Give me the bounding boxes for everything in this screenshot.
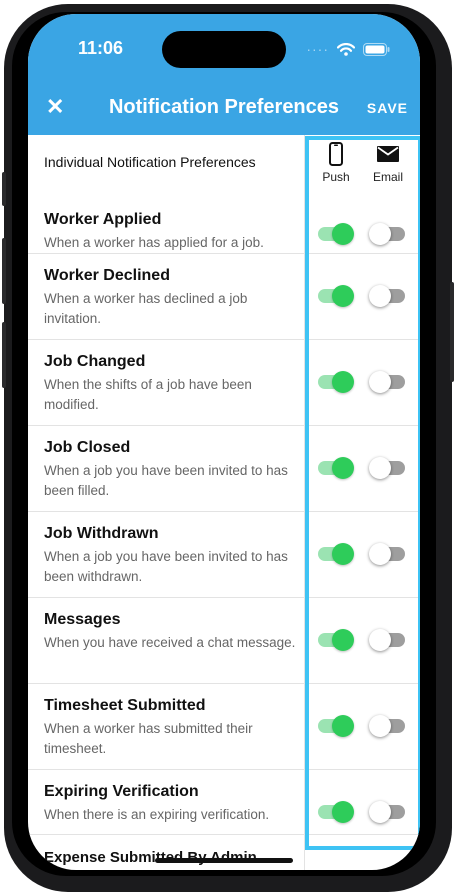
page-title: Notification Preferences <box>108 96 340 118</box>
device-mockup: 11:06 ···· ✕ Notification Preferences SA… <box>0 0 456 896</box>
email-column-label: Email <box>372 170 403 184</box>
section-label: Individual Notification Preferences <box>44 154 256 170</box>
dynamic-island <box>162 31 286 68</box>
phone-screen: 11:06 ···· ✕ Notification Preferences SA… <box>28 14 420 870</box>
toggle-knob <box>369 457 391 479</box>
item-description: When the shifts of a job have been modif… <box>44 377 252 412</box>
home-indicator <box>155 858 293 863</box>
toggle-knob <box>332 629 354 651</box>
item-description: When a worker has applied for a job. <box>44 235 264 250</box>
push-toggle[interactable] <box>318 543 354 565</box>
signal-icon: ···· <box>306 41 329 57</box>
battery-icon <box>363 42 390 56</box>
toggle-knob <box>369 371 391 393</box>
email-toggle[interactable] <box>369 371 405 393</box>
item-title: Messages <box>44 611 121 628</box>
item-title: Job Withdrawn <box>44 525 159 542</box>
list-item: Job Changed When the shifts of a job hav… <box>28 340 420 426</box>
list-item: Messages When you have received a chat m… <box>28 598 420 684</box>
list-item: Job Closed When a job you have been invi… <box>28 426 420 512</box>
push-column-header: Push <box>311 142 361 184</box>
toggle-knob <box>332 543 354 565</box>
toggle-knob <box>332 371 354 393</box>
wifi-icon <box>337 42 355 56</box>
phone-icon <box>329 142 343 166</box>
push-toggle[interactable] <box>318 285 354 307</box>
preferences-list: Individual Notification Preferences Push… <box>28 135 420 870</box>
email-toggle[interactable] <box>369 285 405 307</box>
email-toggle[interactable] <box>369 457 405 479</box>
item-title: Worker Declined <box>44 267 170 284</box>
toggle-knob <box>332 801 354 823</box>
item-description: When a job you have been invited to has … <box>44 549 288 584</box>
toggle-knob <box>369 285 391 307</box>
push-column-label: Push <box>322 170 350 184</box>
mute-switch <box>2 172 6 206</box>
item-title: Worker Applied <box>44 211 162 228</box>
toggle-knob <box>369 801 391 823</box>
push-toggle[interactable] <box>318 371 354 393</box>
push-toggle[interactable] <box>318 223 354 245</box>
email-toggle[interactable] <box>369 629 405 651</box>
email-column-header: Email <box>363 142 413 184</box>
toggle-knob <box>369 715 391 737</box>
toggle-knob <box>332 223 354 245</box>
list-item: Job Withdrawn When a job you have been i… <box>28 512 420 598</box>
item-title: Job Closed <box>44 439 131 456</box>
push-toggle[interactable] <box>318 715 354 737</box>
email-toggle[interactable] <box>369 801 405 823</box>
email-toggle[interactable] <box>369 715 405 737</box>
envelope-icon <box>377 146 399 162</box>
item-description: When a worker has submitted their timesh… <box>44 721 253 756</box>
item-title: Expiring Verification <box>44 783 199 800</box>
toggle-knob <box>369 629 391 651</box>
toggle-knob <box>369 223 391 245</box>
toggle-knob <box>332 285 354 307</box>
list-item: Expiring Verification When there is an e… <box>28 770 420 835</box>
volume-up-button <box>2 238 6 304</box>
list-item: Worker Applied When a worker has applied… <box>28 199 420 254</box>
list-item: Worker Declined When a worker has declin… <box>28 254 420 340</box>
status-time: 11:06 <box>78 38 124 58</box>
app-header: 11:06 ···· ✕ Notification Preferences SA… <box>28 14 420 135</box>
list-item: Timesheet Submitted When a worker has su… <box>28 684 420 770</box>
toggle-knob <box>332 715 354 737</box>
push-toggle[interactable] <box>318 457 354 479</box>
status-icons: ···· <box>306 41 390 57</box>
item-title: Job Changed <box>44 353 146 370</box>
email-toggle[interactable] <box>369 543 405 565</box>
item-description: When you have received a chat message. <box>44 635 296 650</box>
push-toggle[interactable] <box>318 629 354 651</box>
email-toggle[interactable] <box>369 223 405 245</box>
volume-down-button <box>2 322 6 388</box>
item-description: When there is an expiring verification. <box>44 807 270 822</box>
save-button[interactable]: SAVE <box>367 100 408 116</box>
item-description: When a job you have been invited to has … <box>44 463 288 498</box>
item-description: When a worker has declined a job invitat… <box>44 291 248 326</box>
push-toggle[interactable] <box>318 801 354 823</box>
item-title: Timesheet Submitted <box>44 697 206 714</box>
toggle-knob <box>369 543 391 565</box>
power-button <box>450 282 454 382</box>
toggle-knob <box>332 457 354 479</box>
